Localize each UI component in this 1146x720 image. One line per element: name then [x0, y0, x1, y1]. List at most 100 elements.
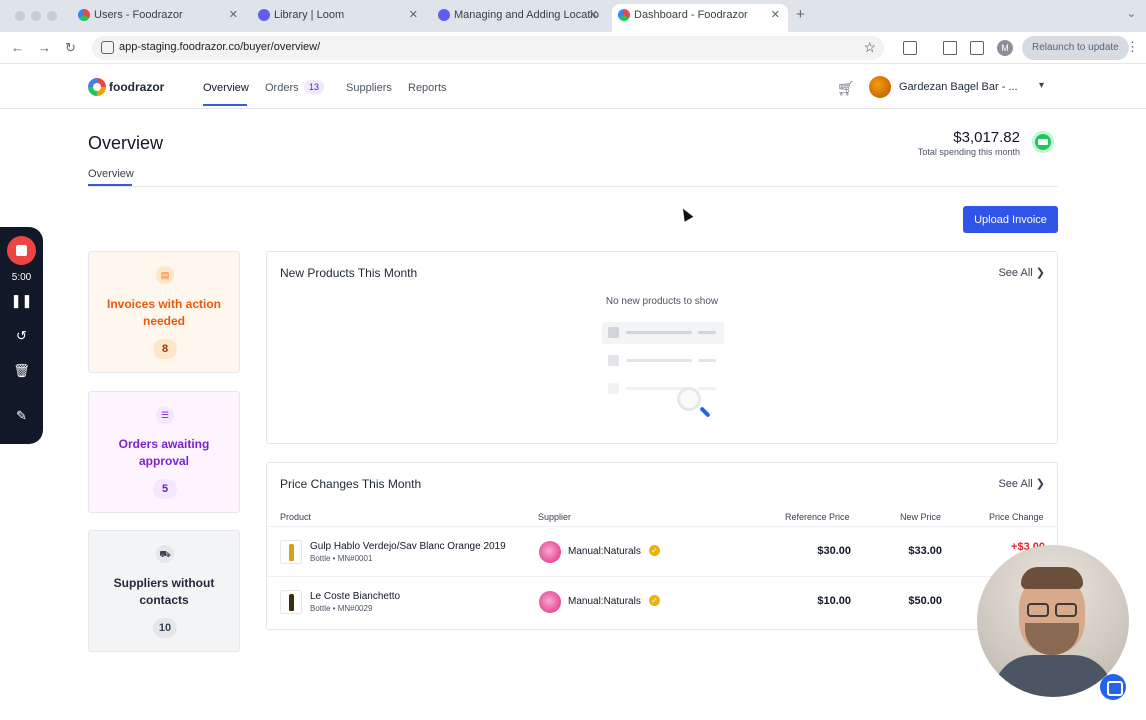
bookmark-star-icon[interactable]: ☆ [863, 39, 876, 56]
browser-tab-loom[interactable]: Library | Loom ✕ [258, 4, 424, 32]
list-icon: ☰ [156, 406, 174, 424]
column-header-supplier: Supplier [538, 512, 572, 522]
address-bar[interactable]: app-staging.foodrazor.co/buyer/overview/… [92, 36, 884, 60]
supplier-name: Manual:Naturals [568, 596, 641, 607]
new-tab-plus-icon[interactable]: + [796, 6, 805, 23]
truck-icon: ⛟ [156, 545, 174, 563]
logo-text[interactable]: foodrazor [109, 80, 164, 94]
suppliers-contacts-card[interactable]: ⛟ Suppliers without contacts 10 [88, 530, 240, 652]
app-nav: foodrazor Overview Orders 13 Suppliers R… [0, 64, 1146, 109]
browser-tab-bar: Users - Foodrazor ✕ Library | Loom ✕ Man… [0, 0, 1146, 32]
card-count: 10 [153, 618, 177, 638]
close-icon[interactable]: ✕ [229, 4, 238, 26]
foodrazor-favicon-icon [78, 9, 90, 21]
url-text: app-staging.foodrazor.co/buyer/overview/ [119, 41, 321, 53]
pause-icon[interactable]: ❚❚ [0, 293, 43, 309]
webcam-bubble[interactable] [977, 545, 1129, 697]
close-icon[interactable]: ✕ [409, 4, 418, 26]
empty-state-illustration [602, 322, 724, 418]
table-row[interactable]: Gulp Hablo Verdejo/Sav Blanc Orange 2019… [267, 526, 1057, 576]
chevron-right-icon: ❯ [1035, 267, 1045, 279]
column-header-new-price: New Price [900, 512, 942, 522]
window-minimize-dot[interactable] [31, 11, 41, 21]
tab-title: Dashboard - Foodrazor [634, 9, 748, 21]
cart-icon[interactable]: 🛒︎ [837, 80, 855, 97]
nav-orders[interactable]: Orders [265, 82, 299, 94]
tab-title: Managing and Adding Locatio [454, 9, 599, 21]
invoices-action-card[interactable]: ▤ Invoices with action needed 8 [88, 251, 240, 373]
extensions-icon[interactable] [903, 41, 917, 55]
window-close-dot[interactable] [15, 11, 25, 21]
nav-suppliers[interactable]: Suppliers [346, 82, 392, 94]
column-header-product: Product [280, 512, 312, 522]
browser-tab-dashboard[interactable]: Dashboard - Foodrazor ✕ [612, 4, 788, 32]
new-price: $33.00 [908, 545, 942, 557]
card-title: Invoices with action needed [106, 297, 222, 328]
orders-count-badge: 13 [304, 80, 325, 94]
total-spending-amount: $3,017.82 [953, 129, 1020, 146]
column-header-reference-price: Reference Price [785, 512, 850, 522]
nav-overview[interactable]: Overview [203, 82, 249, 94]
side-panel-icon[interactable] [970, 41, 984, 55]
magnifier-icon [677, 387, 701, 411]
trash-icon[interactable]: 🗑︎ [0, 363, 43, 379]
close-icon[interactable]: ✕ [771, 4, 780, 26]
foodrazor-logo-icon [88, 78, 106, 96]
table-row[interactable]: Le Coste Bianchetto Bottle • MN#0029 Man… [267, 576, 1057, 626]
column-header-price-change: Price Change [989, 512, 1044, 522]
new-products-panel: New Products This Month See All ❯ No new… [266, 251, 1058, 444]
new-price: $50.00 [908, 595, 942, 607]
window-zoom-dot[interactable] [47, 11, 57, 21]
site-info-icon[interactable] [101, 41, 114, 54]
chevron-right-icon: ❯ [1035, 478, 1045, 490]
draw-icon[interactable]: ✎ [0, 408, 43, 424]
loom-favicon-icon [438, 9, 450, 21]
business-avatar[interactable] [869, 76, 891, 98]
nav-reports[interactable]: Reports [408, 82, 447, 94]
recording-timer: 5:00 [11, 272, 32, 283]
verified-check-icon: ✓ [649, 545, 660, 556]
card-count: 5 [153, 479, 177, 499]
card-title: Orders awaiting approval [118, 437, 210, 468]
card-title: Suppliers without contacts [113, 576, 215, 607]
chevron-down-icon[interactable]: ▾ [1039, 80, 1044, 91]
reference-price: $10.00 [817, 595, 851, 607]
product-thumbnail [280, 540, 302, 564]
back-arrow-icon[interactable]: ← [11, 40, 24, 55]
browser-tab-locations[interactable]: Managing and Adding Locatio ✕ [438, 4, 604, 32]
orders-approval-card[interactable]: ☰ Orders awaiting approval 5 [88, 391, 240, 513]
money-icon [1032, 131, 1054, 153]
product-name: Gulp Hablo Verdejo/Sav Blanc Orange 2019 [310, 541, 506, 552]
product-name: Le Coste Bianchetto [310, 591, 401, 602]
see-all-link[interactable]: See All ❯ [998, 266, 1045, 279]
product-meta: Bottle • MN#0001 [310, 554, 373, 563]
recording-toolbar: 5:00 ❚❚ ↺ 🗑︎ ✎ [0, 227, 43, 444]
loom-favicon-icon [258, 9, 270, 21]
panel-title: New Products This Month [280, 266, 418, 280]
chat-support-icon[interactable] [1100, 674, 1126, 700]
stop-recording-button[interactable] [7, 236, 36, 265]
forward-arrow-icon[interactable]: → [38, 40, 51, 55]
restart-icon[interactable]: ↺ [0, 328, 43, 344]
product-meta: Bottle • MN#0029 [310, 604, 373, 613]
card-count: 8 [153, 339, 177, 359]
see-all-link[interactable]: See All ❯ [998, 477, 1045, 490]
browser-toolbar: ← → ↻ app-staging.foodrazor.co/buyer/ove… [0, 32, 1146, 64]
reload-icon[interactable]: ↻ [65, 40, 76, 56]
relaunch-button[interactable]: Relaunch to update [1022, 36, 1129, 60]
price-changes-panel: Price Changes This Month See All ❯ Produ… [266, 462, 1058, 630]
media-icon[interactable] [943, 41, 957, 55]
mouse-cursor-icon [678, 206, 694, 222]
supplier-avatar [539, 541, 561, 563]
verified-check-icon: ✓ [649, 595, 660, 606]
nav-active-indicator [203, 104, 247, 106]
browser-tab-users[interactable]: Users - Foodrazor ✕ [78, 4, 244, 32]
profile-avatar[interactable]: M [997, 40, 1013, 56]
tab-search-chevron-icon[interactable]: ⌄ [1127, 7, 1136, 20]
supplier-name: Manual:Naturals [568, 546, 641, 557]
business-name[interactable]: Gardezan Bagel Bar - ... [899, 81, 1018, 93]
upload-invoice-button[interactable]: Upload Invoice [963, 206, 1058, 233]
browser-menu-icon[interactable]: ⋮ [1126, 39, 1139, 55]
close-icon[interactable]: ✕ [589, 4, 598, 26]
subtab-overview[interactable]: Overview [88, 168, 134, 180]
